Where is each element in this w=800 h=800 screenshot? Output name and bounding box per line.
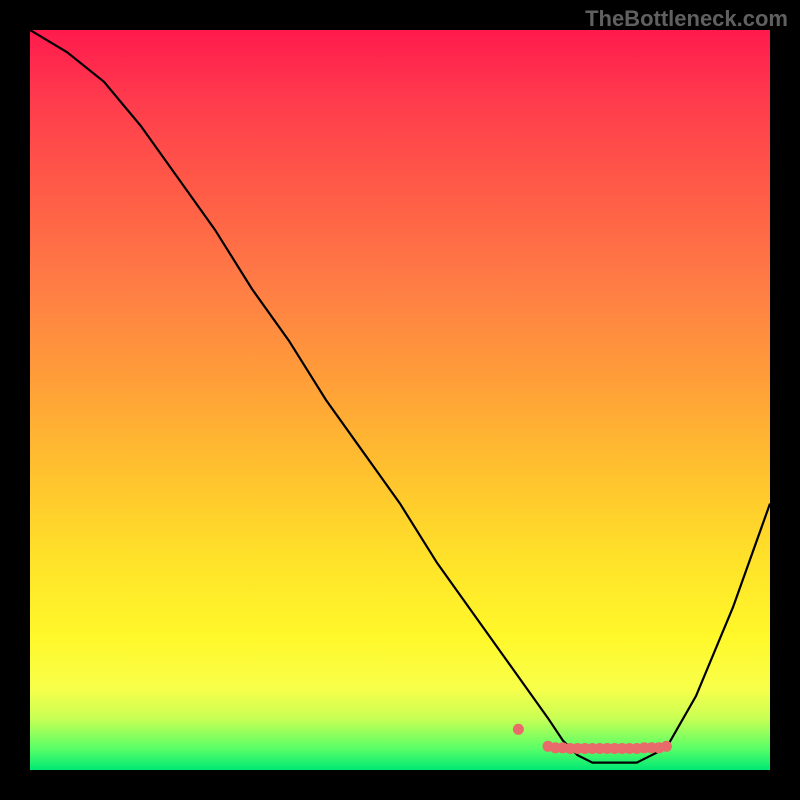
highlight-dot: [513, 724, 524, 735]
chart-plot-area: [30, 30, 770, 770]
highlight-dots: [513, 724, 672, 754]
highlight-dot: [661, 741, 672, 752]
chart-svg: [30, 30, 770, 770]
watermark-text: TheBottleneck.com: [585, 6, 788, 32]
bottleneck-curve: [30, 30, 770, 763]
